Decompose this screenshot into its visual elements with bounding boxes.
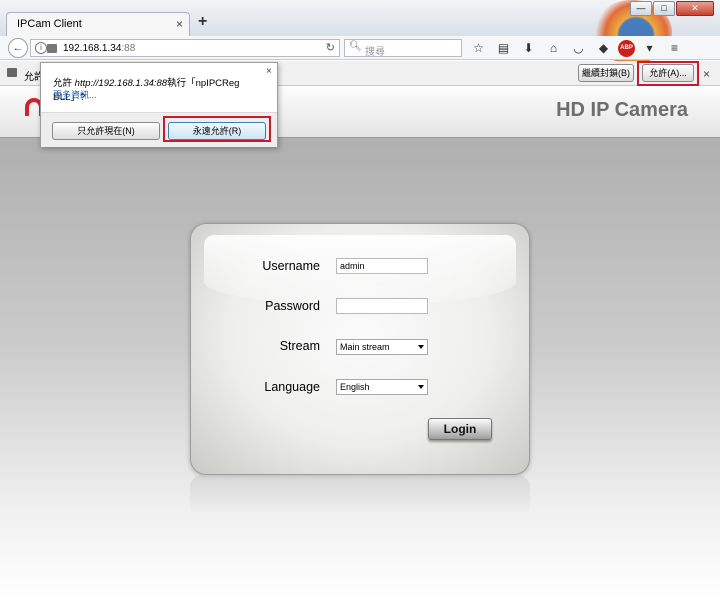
- url-text: 192.168.1.34:88: [63, 43, 136, 54]
- window-close-button[interactable]: ✕: [676, 1, 714, 16]
- reload-icon[interactable]: ↻: [326, 41, 335, 54]
- extension-icon[interactable]: ▾: [639, 39, 660, 57]
- home-icon[interactable]: ⌂: [543, 39, 564, 57]
- window-controls: — □ ✕: [630, 1, 714, 16]
- bookmark-star-icon[interactable]: ☆: [468, 39, 489, 57]
- highlight-allow-box: [637, 61, 699, 86]
- continue-blocking-button[interactable]: 繼續封鎖(B): [578, 64, 634, 82]
- highlight-allow-always-box: [163, 116, 271, 142]
- new-tab-button[interactable]: +: [198, 13, 207, 31]
- language-label: Language: [264, 380, 320, 394]
- url-bar[interactable]: i 192.168.1.34:88 ↻: [30, 39, 340, 57]
- chevron-down-icon: [418, 385, 424, 389]
- language-select-value: English: [340, 382, 370, 392]
- toolbar-icons: ☆ ▤ ⬇ ⌂ ◡ ◆ ABP ▾ ≡: [468, 39, 685, 57]
- popup-close-icon[interactable]: ×: [266, 66, 272, 77]
- notification-close-icon[interactable]: ×: [703, 67, 710, 81]
- page-title: HD IP Camera: [556, 99, 688, 121]
- username-input[interactable]: admin: [336, 258, 428, 274]
- search-icon: 🔍︎: [349, 41, 362, 52]
- browser-tab[interactable]: IPCam Client ×: [6, 12, 190, 36]
- download-icon[interactable]: ⬇: [518, 39, 539, 57]
- login-reflection: [190, 475, 530, 515]
- eraser-icon[interactable]: ◆: [593, 39, 614, 57]
- chevron-down-icon: [418, 345, 424, 349]
- reading-list-icon[interactable]: ▤: [493, 39, 514, 57]
- browser-tab-bar: IPCam Client × + — □ ✕: [0, 0, 720, 64]
- language-select[interactable]: English: [336, 379, 428, 395]
- adblock-icon[interactable]: ABP: [618, 40, 635, 57]
- password-label: Password: [265, 299, 320, 313]
- search-placeholder: 搜尋: [365, 47, 385, 58]
- back-button[interactable]: ←: [8, 38, 28, 58]
- navigation-bar: ← i 192.168.1.34:88 ↻ 🔍︎ 搜尋 ☆ ▤ ⬇ ⌂ ◡ ◆ …: [0, 36, 720, 60]
- maximize-button[interactable]: □: [653, 1, 675, 16]
- search-bar[interactable]: 🔍︎ 搜尋: [344, 39, 462, 58]
- menu-icon[interactable]: ≡: [664, 39, 685, 57]
- plugin-icon[interactable]: [47, 44, 57, 53]
- learn-more-link[interactable]: 更多資訊...: [53, 88, 97, 101]
- pocket-icon[interactable]: ◡: [568, 39, 589, 57]
- tab-title: IPCam Client: [17, 18, 82, 30]
- minimize-button[interactable]: —: [630, 1, 652, 16]
- allow-now-button[interactable]: 只允許現在(N): [52, 122, 160, 140]
- page-content: HD IP Camera Username admin Password Str…: [0, 86, 720, 600]
- username-label: Username: [262, 259, 320, 273]
- stream-select-value: Main stream: [340, 342, 390, 352]
- tab-close-icon[interactable]: ×: [176, 17, 183, 31]
- stream-label: Stream: [279, 339, 320, 353]
- plugin-icon: [7, 68, 17, 77]
- login-button[interactable]: Login: [428, 418, 492, 440]
- info-icon[interactable]: i: [35, 42, 47, 54]
- login-panel: Username admin Password Stream Main stre…: [190, 223, 530, 475]
- password-input[interactable]: [336, 298, 428, 314]
- stream-select[interactable]: Main stream: [336, 339, 428, 355]
